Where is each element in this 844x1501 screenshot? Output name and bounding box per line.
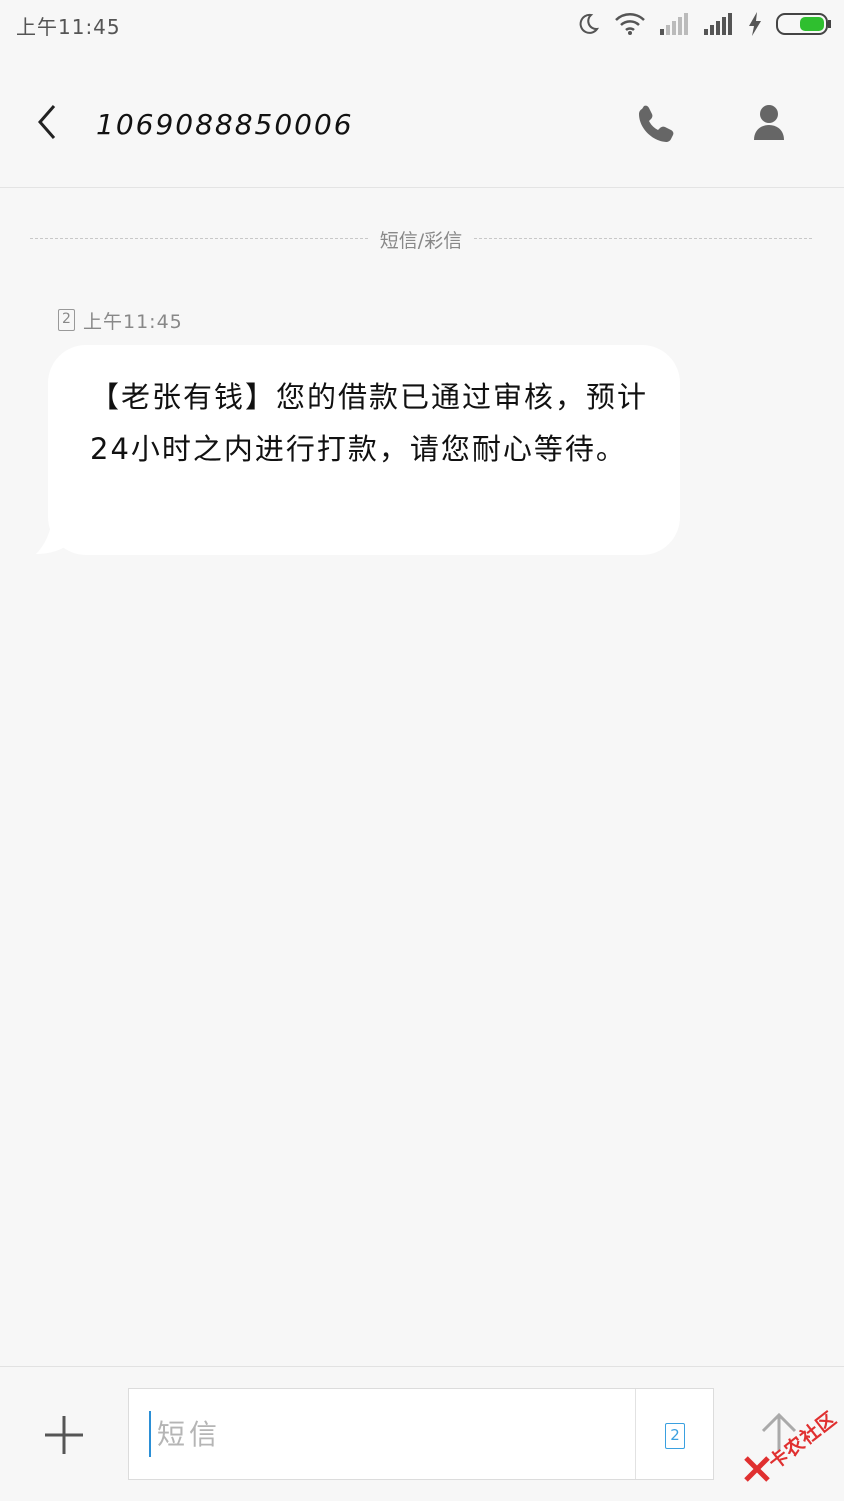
status-time: 上午11:45 — [16, 15, 121, 39]
input-separator — [635, 1389, 636, 1479]
signal-icon — [704, 13, 734, 35]
person-icon — [754, 105, 784, 140]
divider-line — [474, 238, 812, 239]
message-bubble[interactable]: 【老张有钱】您的借款已通过审核，预计24小时之内进行打款，请您耐心等待。 — [48, 345, 680, 555]
plus-icon — [45, 1416, 83, 1454]
moon-icon — [576, 12, 600, 36]
call-button[interactable] — [634, 100, 680, 146]
back-arrow-icon — [38, 105, 56, 139]
message-text: 【老张有钱】您的借款已通过审核，预计24小时之内进行打款，请您耐心等待。 — [90, 380, 649, 466]
attach-button[interactable] — [42, 1413, 86, 1457]
status-icons — [576, 8, 832, 40]
charging-icon — [748, 12, 762, 36]
battery-icon — [776, 12, 832, 36]
message-meta: 2 上午11:45 — [58, 306, 183, 334]
message-time: 上午11:45 — [83, 310, 183, 333]
wifi-icon — [614, 12, 646, 36]
status-bar: 上午11:45 — [0, 0, 844, 50]
contact-number: 1069088850006 — [96, 108, 354, 141]
divider-label: 短信/彩信 — [379, 230, 463, 252]
message-input-box: 2 — [128, 1388, 714, 1480]
divider-line — [30, 238, 368, 239]
watermark-text: 卡农社区 — [764, 1407, 842, 1474]
conversation-header: 1069088850006 — [0, 50, 844, 188]
back-button[interactable] — [28, 102, 68, 142]
sim-select-button[interactable]: 2 — [665, 1423, 685, 1449]
watermark: 卡农社区 — [742, 1407, 842, 1488]
composer-bar: 2 — [0, 1366, 844, 1501]
message-type-divider: 短信/彩信 — [30, 224, 812, 254]
phone-icon — [639, 105, 674, 142]
message-input[interactable] — [149, 1411, 637, 1457]
sim-badge: 2 — [58, 309, 75, 331]
contact-info-button[interactable] — [746, 100, 792, 146]
signal-icon — [660, 13, 690, 35]
